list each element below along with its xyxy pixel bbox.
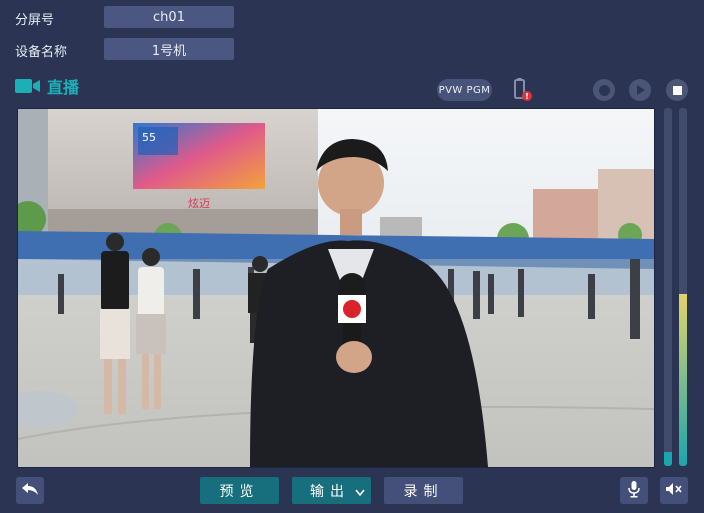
- audio-meter-right: [679, 108, 687, 466]
- chevron-down-icon: [355, 485, 365, 501]
- audio-meter-right-level: [679, 294, 687, 466]
- screen-number-label: 分屏号: [15, 13, 55, 28]
- audio-meter-left: [664, 108, 672, 466]
- battery-warning-icon: [512, 78, 534, 102]
- preview-button[interactable]: 预览: [200, 477, 279, 504]
- screen-number-field[interactable]: ch01: [104, 6, 234, 28]
- live-label: 直播: [47, 78, 80, 97]
- pvw-pgm-toggle[interactable]: PVW PGM: [437, 79, 492, 101]
- live-section-title: 直播: [15, 76, 80, 97]
- live-video-preview[interactable]: 55 炫迈: [17, 108, 655, 468]
- stop-icon: [672, 85, 682, 95]
- record-icon: [598, 84, 610, 96]
- mute-button[interactable]: [660, 477, 688, 504]
- output-dropdown[interactable]: 输出: [292, 477, 371, 504]
- record-button[interactable]: [593, 79, 615, 101]
- store-sign-text: 炫迈: [188, 196, 210, 210]
- back-arrow-icon: [21, 481, 39, 500]
- play-button[interactable]: [629, 79, 651, 101]
- video-camera-icon: [15, 78, 41, 94]
- microphone-button[interactable]: [620, 477, 648, 504]
- device-name-field[interactable]: 1号机: [104, 38, 234, 60]
- stop-button[interactable]: [666, 79, 688, 101]
- device-name-label: 设备名称: [15, 45, 68, 60]
- play-icon: [634, 81, 646, 100]
- record-button-bottom[interactable]: 录制: [384, 477, 463, 504]
- back-button[interactable]: [16, 477, 44, 504]
- audio-meter-left-level: [664, 451, 672, 466]
- output-label: 输出: [310, 483, 350, 500]
- microphone-icon: [627, 480, 641, 502]
- led-screen-text: 55: [142, 131, 156, 144]
- video-frame-image: 55 炫迈: [18, 109, 654, 467]
- mute-speaker-icon: [665, 481, 683, 500]
